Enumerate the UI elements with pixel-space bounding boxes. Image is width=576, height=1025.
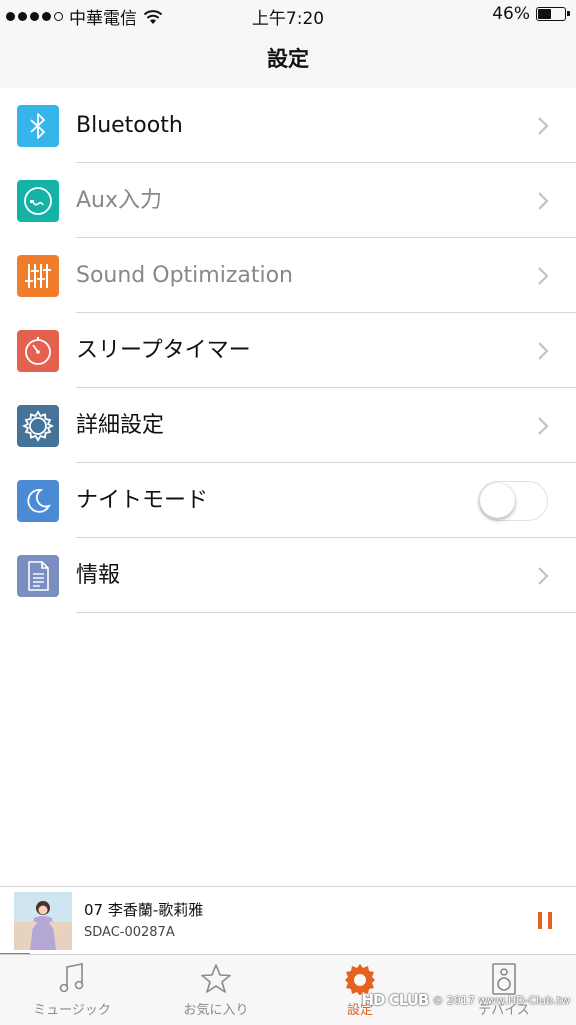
settings-row-label: 情報 <box>76 563 121 588</box>
navigation-bar: 設定 <box>0 30 576 88</box>
watermark: HD CLUB © 2017 www.HD-Club.tw <box>361 991 570 1009</box>
pause-icon[interactable] <box>538 912 552 929</box>
watermark-text: © 2017 www.HD-Club.tw <box>432 993 570 1007</box>
clock: 上午7:20 <box>251 9 325 29</box>
tab-label: お気に入り <box>183 1003 249 1018</box>
settings-row-label: Sound Optimization <box>76 263 294 288</box>
bluetooth-icon <box>17 105 59 147</box>
tab-label: ミュージック <box>33 1003 111 1018</box>
track-title: 07 李香蘭-歌莉雅 <box>84 901 204 919</box>
tab-devices[interactable]: デバイス <box>432 955 576 1025</box>
equalizer-icon <box>17 255 59 297</box>
page-title: 設定 <box>267 47 309 71</box>
chevron-right-icon <box>538 192 549 210</box>
battery-percent: 46% <box>492 4 530 24</box>
gear-icon <box>17 405 59 447</box>
aux-cable-icon <box>17 180 59 222</box>
settings-row-night-mode: ナイトモード <box>0 463 576 538</box>
settings-row-info[interactable]: 情報 <box>0 538 576 613</box>
settings-row-sleep-timer[interactable]: スリープタイマー <box>0 313 576 388</box>
moon-icon <box>17 480 59 522</box>
chevron-right-icon <box>538 567 549 585</box>
battery-icon <box>536 7 570 21</box>
settings-row-aux-input[interactable]: Aux入力 <box>0 163 576 238</box>
chevron-right-icon <box>538 117 549 135</box>
settings-row-label: ナイトモード <box>76 488 209 513</box>
tab-settings[interactable]: 設定 <box>288 955 432 1025</box>
timer-icon <box>17 330 59 372</box>
star-icon <box>201 964 231 993</box>
chevron-right-icon <box>538 342 549 360</box>
toggle-knob <box>480 483 515 518</box>
document-icon <box>17 555 59 597</box>
watermark-logo: HD CLUB <box>361 991 429 1009</box>
settings-row-advanced[interactable]: 詳細設定 <box>0 388 576 463</box>
track-source: SDAC-00287A <box>84 925 175 940</box>
now-playing-bar[interactable]: 07 李香蘭-歌莉雅 SDAC-00287A <box>0 886 576 955</box>
chevron-right-icon <box>538 417 549 435</box>
tab-favorites[interactable]: お気に入り <box>144 955 288 1025</box>
settings-row-sound-optimization[interactable]: Sound Optimization <box>0 238 576 313</box>
tab-bar: ミュージック お気に入り 設定 デバイス HD CLUB © 2017 www.… <box>0 954 576 1025</box>
settings-list: Bluetooth Aux入力 Sound Optimization スリープタ… <box>0 88 576 613</box>
settings-row-label: 詳細設定 <box>76 413 165 438</box>
night-mode-toggle[interactable] <box>478 481 548 521</box>
album-art <box>14 892 72 950</box>
divider <box>76 612 576 613</box>
settings-row-label: Aux入力 <box>76 188 163 213</box>
status-bar: 中華電信 上午7:20 46% <box>0 0 576 30</box>
tab-music[interactable]: ミュージック <box>0 955 144 1025</box>
chevron-right-icon <box>538 267 549 285</box>
music-note-icon <box>59 963 84 993</box>
settings-row-label: スリープタイマー <box>76 338 251 363</box>
settings-row-bluetooth[interactable]: Bluetooth <box>0 88 576 163</box>
settings-row-label: Bluetooth <box>76 113 183 138</box>
